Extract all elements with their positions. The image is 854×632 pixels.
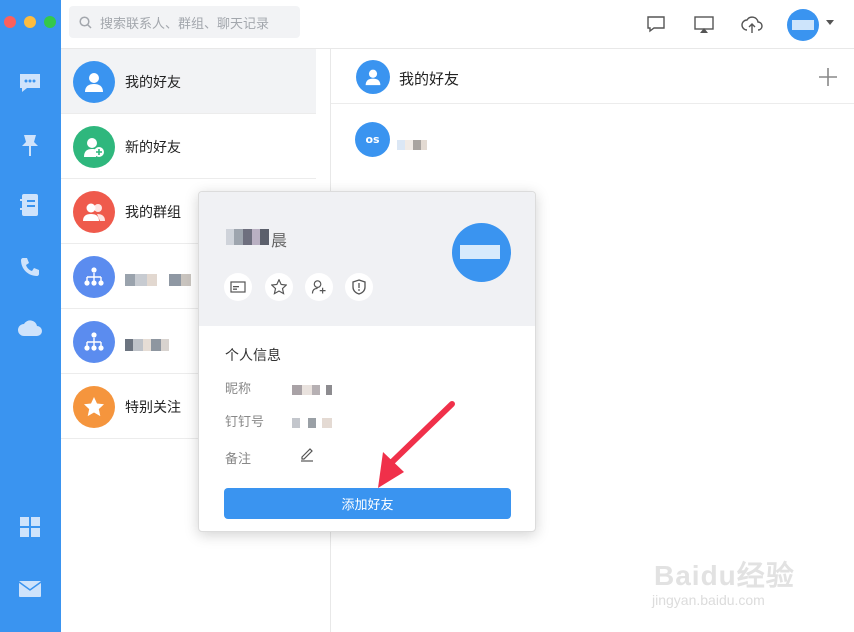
redacted-name	[397, 135, 427, 150]
user-avatar[interactable]	[787, 9, 819, 41]
cloud-icon[interactable]	[17, 315, 43, 341]
shield-icon[interactable]	[345, 273, 373, 301]
profile-card-header: 晨	[199, 192, 535, 326]
window-zoom-button[interactable]	[44, 16, 56, 28]
panel-title: 我的好友	[399, 70, 460, 88]
org-icon	[73, 256, 115, 298]
workbench-grid-icon[interactable]	[17, 514, 43, 540]
business-card-icon[interactable]	[224, 273, 252, 301]
user-add-icon[interactable]	[305, 273, 333, 301]
watermark-brand: Baidu经验	[654, 560, 795, 591]
list-item-new-friends[interactable]: 新的好友	[61, 114, 316, 179]
search-input[interactable]: 搜索联系人、群组、聊天记录	[69, 6, 300, 38]
chevron-down-icon[interactable]	[826, 20, 834, 25]
list-item-label: 我的群组	[125, 205, 181, 221]
list-item-label: 新的好友	[125, 140, 181, 156]
user-add-icon	[73, 126, 115, 168]
dingtalk-id-label: 钉钉号	[225, 415, 265, 430]
screen-share-icon[interactable]	[692, 12, 716, 36]
redacted-dingtalk-id	[292, 413, 332, 428]
list-item-label: 我的好友	[125, 75, 181, 91]
redacted-name	[125, 336, 169, 351]
edit-pencil-icon[interactable]	[299, 446, 315, 462]
list-item-my-friends[interactable]: 我的好友	[61, 49, 316, 114]
watermark-site: jingyan.baidu.com	[652, 592, 765, 608]
watermark-logo: Baidu经验 jingyan.baidu.com	[650, 548, 820, 618]
user-icon	[73, 61, 115, 103]
mail-icon[interactable]	[17, 576, 43, 602]
redacted-name	[226, 229, 269, 245]
top-bar: 搜索联系人、群组、聊天记录	[61, 0, 854, 49]
cloud-upload-icon[interactable]	[740, 12, 764, 36]
chat-icon[interactable]	[17, 70, 43, 96]
star-icon	[73, 386, 115, 428]
contacts-book-icon[interactable]	[17, 192, 43, 218]
note-label: 备注	[225, 452, 252, 467]
nickname-label: 昵称	[225, 382, 252, 397]
star-icon[interactable]	[265, 273, 293, 301]
section-title: 个人信息	[225, 348, 281, 364]
contact-profile-card: 晨 个人信息 昵称 钉钉号 备注 添加好友	[198, 191, 536, 532]
org-icon	[73, 321, 115, 363]
panel-header: 我的好友	[331, 49, 854, 104]
profile-avatar	[452, 223, 511, 282]
dingtalk-window: 搜索联系人、群组、聊天记录 我的好友 新的好友 我的群组 特别关注 我的好友 o…	[0, 0, 854, 632]
redacted-nickname	[292, 380, 332, 395]
add-icon[interactable]	[818, 67, 838, 87]
user-icon	[356, 60, 390, 94]
group-icon	[73, 191, 115, 233]
redacted-name	[125, 271, 191, 286]
search-placeholder: 搜索联系人、群组、聊天记录	[100, 16, 270, 32]
window-minimize-button[interactable]	[24, 16, 36, 28]
search-icon	[79, 15, 92, 29]
profile-name-tail: 晨	[271, 231, 288, 250]
left-nav-rail	[0, 0, 61, 632]
phone-icon[interactable]	[17, 254, 43, 280]
add-friend-button[interactable]: 添加好友	[224, 488, 511, 519]
pin-icon[interactable]	[17, 132, 43, 158]
message-bubble-icon[interactable]	[644, 12, 668, 36]
friend-avatar: os	[355, 122, 390, 157]
window-close-button[interactable]	[4, 16, 16, 28]
list-item-label: 特别关注	[125, 400, 181, 416]
